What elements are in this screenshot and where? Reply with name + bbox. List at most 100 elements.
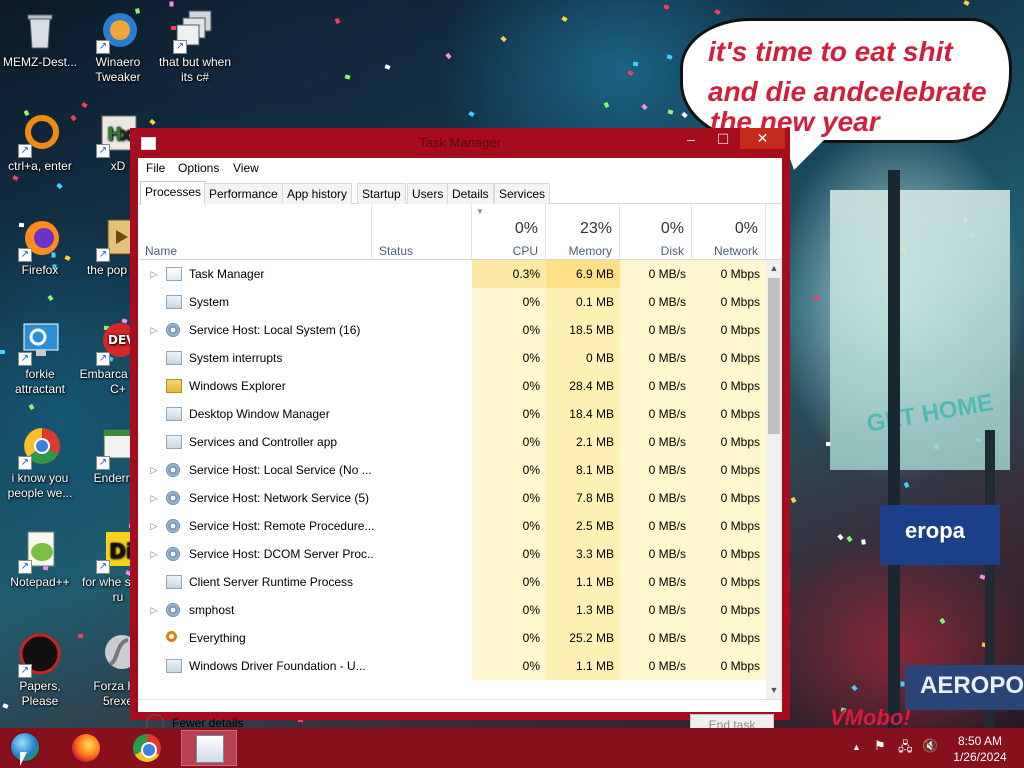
process-disk: 0 MB/s xyxy=(620,260,692,288)
process-name: Service Host: Remote Procedure... xyxy=(189,519,374,533)
process-cpu: 0% xyxy=(472,372,546,400)
expand-chevron-icon[interactable]: ▷ xyxy=(148,512,160,540)
firefox-icon xyxy=(72,734,100,762)
recycle-bin-icon xyxy=(18,8,62,52)
process-list[interactable]: ▷ Task Manager 0.3% 6.9 MB 0 MB/s 0 Mbps Syste… xyxy=(138,260,766,699)
taskbar-app-task-manager[interactable] xyxy=(181,730,237,766)
desktop-icon[interactable]: ↗ that but when its c# xyxy=(155,8,235,85)
process-name: Services and Controller app xyxy=(189,435,338,449)
action-center-flag-icon[interactable]: ⚑ xyxy=(874,738,886,754)
process-icon xyxy=(166,351,182,365)
tab-startup[interactable]: Startup xyxy=(357,183,406,204)
network-icon[interactable]: 🖧 xyxy=(898,738,913,760)
row-spacer xyxy=(148,652,160,680)
expand-chevron-icon[interactable]: ▷ xyxy=(148,316,160,344)
volume-muted-icon[interactable]: 🔇 xyxy=(922,738,938,754)
disk-total-percent: 0% xyxy=(660,220,684,237)
gear-icon xyxy=(166,603,180,617)
process-row[interactable]: Windows Explorer 0% 28.4 MB 0 MB/s 0 Mbps xyxy=(138,372,766,400)
process-row[interactable]: Services and Controller app 0% 2.1 MB 0 MB/… xyxy=(138,428,766,456)
process-row[interactable]: System 0% 0.1 MB 0 MB/s 0 Mbps xyxy=(138,288,766,316)
scrollbar-thumb[interactable] xyxy=(768,278,780,434)
expand-chevron-icon[interactable]: ▷ xyxy=(148,484,160,512)
gear-icon xyxy=(166,323,180,337)
scroll-up-arrow-icon[interactable]: ▲ xyxy=(766,260,782,277)
process-row[interactable]: ▷ Service Host: Network Service (5) 0% 7.8 … xyxy=(138,484,766,512)
desktop-icon[interactable]: MEMZ-Dest... xyxy=(0,8,80,70)
process-cpu: 0% xyxy=(472,484,546,512)
show-hidden-icons-icon[interactable]: ▲ xyxy=(852,742,861,752)
process-row[interactable]: ▷ Task Manager 0.3% 6.9 MB 0 MB/s 0 Mbps xyxy=(138,260,766,288)
process-cpu: 0% xyxy=(472,344,546,372)
process-network: 0 Mbps xyxy=(692,372,766,400)
row-spacer xyxy=(148,400,160,428)
process-network: 0 Mbps xyxy=(692,428,766,456)
process-row[interactable]: ▷ Service Host: DCOM Server Proc... 0% 3.3 … xyxy=(138,540,766,568)
expand-chevron-icon[interactable]: ▷ xyxy=(148,540,160,568)
process-memory: 0.1 MB xyxy=(546,288,620,316)
confetti xyxy=(666,54,673,60)
expand-chevron-icon[interactable]: ▷ xyxy=(148,596,160,624)
column-header-memory[interactable]: 23% Memory xyxy=(546,204,620,260)
desktop-icon[interactable]: ↗ Winaero Tweaker xyxy=(78,8,158,85)
column-header-cpu[interactable]: 0% CPU xyxy=(472,204,546,260)
column-header-network[interactable]: 0% Network xyxy=(692,204,766,260)
column-status-label: Status xyxy=(379,244,414,258)
system-clock[interactable]: 8:50 AM 1/26/2024 xyxy=(940,733,1020,765)
desktop-icon-label: that but when its c# xyxy=(158,55,232,84)
process-row[interactable]: Windows Driver Foundation - U... 0% 1.1 MB… xyxy=(138,652,766,680)
desktop-icon[interactable]: ↗ Firefox xyxy=(0,216,80,278)
menu-options[interactable]: Options xyxy=(178,161,219,175)
menu-view[interactable]: View xyxy=(233,161,259,175)
maximize-button[interactable]: ☐ xyxy=(708,128,738,150)
process-disk: 0 MB/s xyxy=(620,428,692,456)
process-row[interactable]: ▷ Service Host: Local System (16) 0% 18.5 M… xyxy=(138,316,766,344)
vertical-scrollbar[interactable]: ▲ ▼ xyxy=(766,260,782,699)
desktop-icon[interactable]: ↗ forkie attractant xyxy=(0,320,80,397)
shortcut-arrow-icon: ↗ xyxy=(96,560,110,574)
desktop-icon[interactable]: ↗ Notepad++ xyxy=(0,528,80,590)
process-disk: 0 MB/s xyxy=(620,484,692,512)
process-row[interactable]: Everything 0% 25.2 MB 0 MB/s 0 Mbps xyxy=(138,624,766,652)
process-name: Everything xyxy=(189,631,246,645)
tab-services[interactable]: Services xyxy=(494,183,551,204)
expand-chevron-icon[interactable]: ▷ xyxy=(148,456,160,484)
process-row[interactable]: ▷ smphost 0% 1.3 MB 0 MB/s 0 Mbps xyxy=(138,596,766,624)
column-header-disk[interactable]: 0% Disk xyxy=(620,204,692,260)
process-row[interactable]: Desktop Window Manager 0% 18.4 MB 0 MB/s 0 M… xyxy=(138,400,766,428)
minimize-button[interactable]: – xyxy=(676,128,706,150)
process-row[interactable]: ▷ Service Host: Remote Procedure... 0% 2.5 … xyxy=(138,512,766,540)
task-manager-window[interactable]: Task Manager – ☐ ✕ File Options View Pro… xyxy=(130,128,790,736)
tab-users[interactable]: Users xyxy=(407,183,449,204)
menu-file[interactable]: File xyxy=(146,161,165,175)
tab-performance[interactable]: Performance xyxy=(204,183,283,204)
process-row[interactable]: ▷ Service Host: Local Service (No ... 0% 8.… xyxy=(138,456,766,484)
process-name: Service Host: Local System (16) xyxy=(189,323,361,337)
desktop-icon[interactable]: ↗ i know you people we... xyxy=(0,424,80,501)
process-memory: 18.4 MB xyxy=(546,400,620,428)
confetti xyxy=(681,111,688,119)
tab-app-history[interactable]: App history xyxy=(282,183,353,204)
shortcut-arrow-icon: ↗ xyxy=(96,352,110,366)
tab-details[interactable]: Details xyxy=(447,183,494,204)
watermark: VMobo! xyxy=(830,705,911,728)
title-bar[interactable]: Task Manager – ☐ ✕ xyxy=(130,128,790,158)
process-network: 0 Mbps xyxy=(692,484,766,512)
desktop-icon[interactable]: ↗ ctrl+a, enter xyxy=(0,112,80,174)
process-cpu: 0% xyxy=(472,568,546,596)
scroll-down-arrow-icon[interactable]: ▼ xyxy=(766,682,782,699)
close-button[interactable]: ✕ xyxy=(740,128,785,149)
expand-chevron-icon[interactable]: ▷ xyxy=(148,260,160,288)
taskbar-app-chrome[interactable] xyxy=(119,730,175,766)
desktop-icon[interactable]: ↗ Papers, Please xyxy=(0,632,80,709)
process-row[interactable]: Client Server Runtime Process 0% 1.1 MB 0 M… xyxy=(138,568,766,596)
column-header-name[interactable]: Name xyxy=(138,204,372,260)
confetti xyxy=(344,74,351,80)
taskbar-app-firefox[interactable] xyxy=(58,730,114,766)
process-row[interactable]: System interrupts 0% 0 MB 0 MB/s 0 Mbps xyxy=(138,344,766,372)
shortcut-arrow-icon: ↗ xyxy=(18,560,32,574)
process-network: 0 Mbps xyxy=(692,260,766,288)
row-spacer xyxy=(148,428,160,456)
tab-processes[interactable]: Processes xyxy=(140,181,207,205)
column-header-status[interactable]: Status xyxy=(372,204,472,260)
